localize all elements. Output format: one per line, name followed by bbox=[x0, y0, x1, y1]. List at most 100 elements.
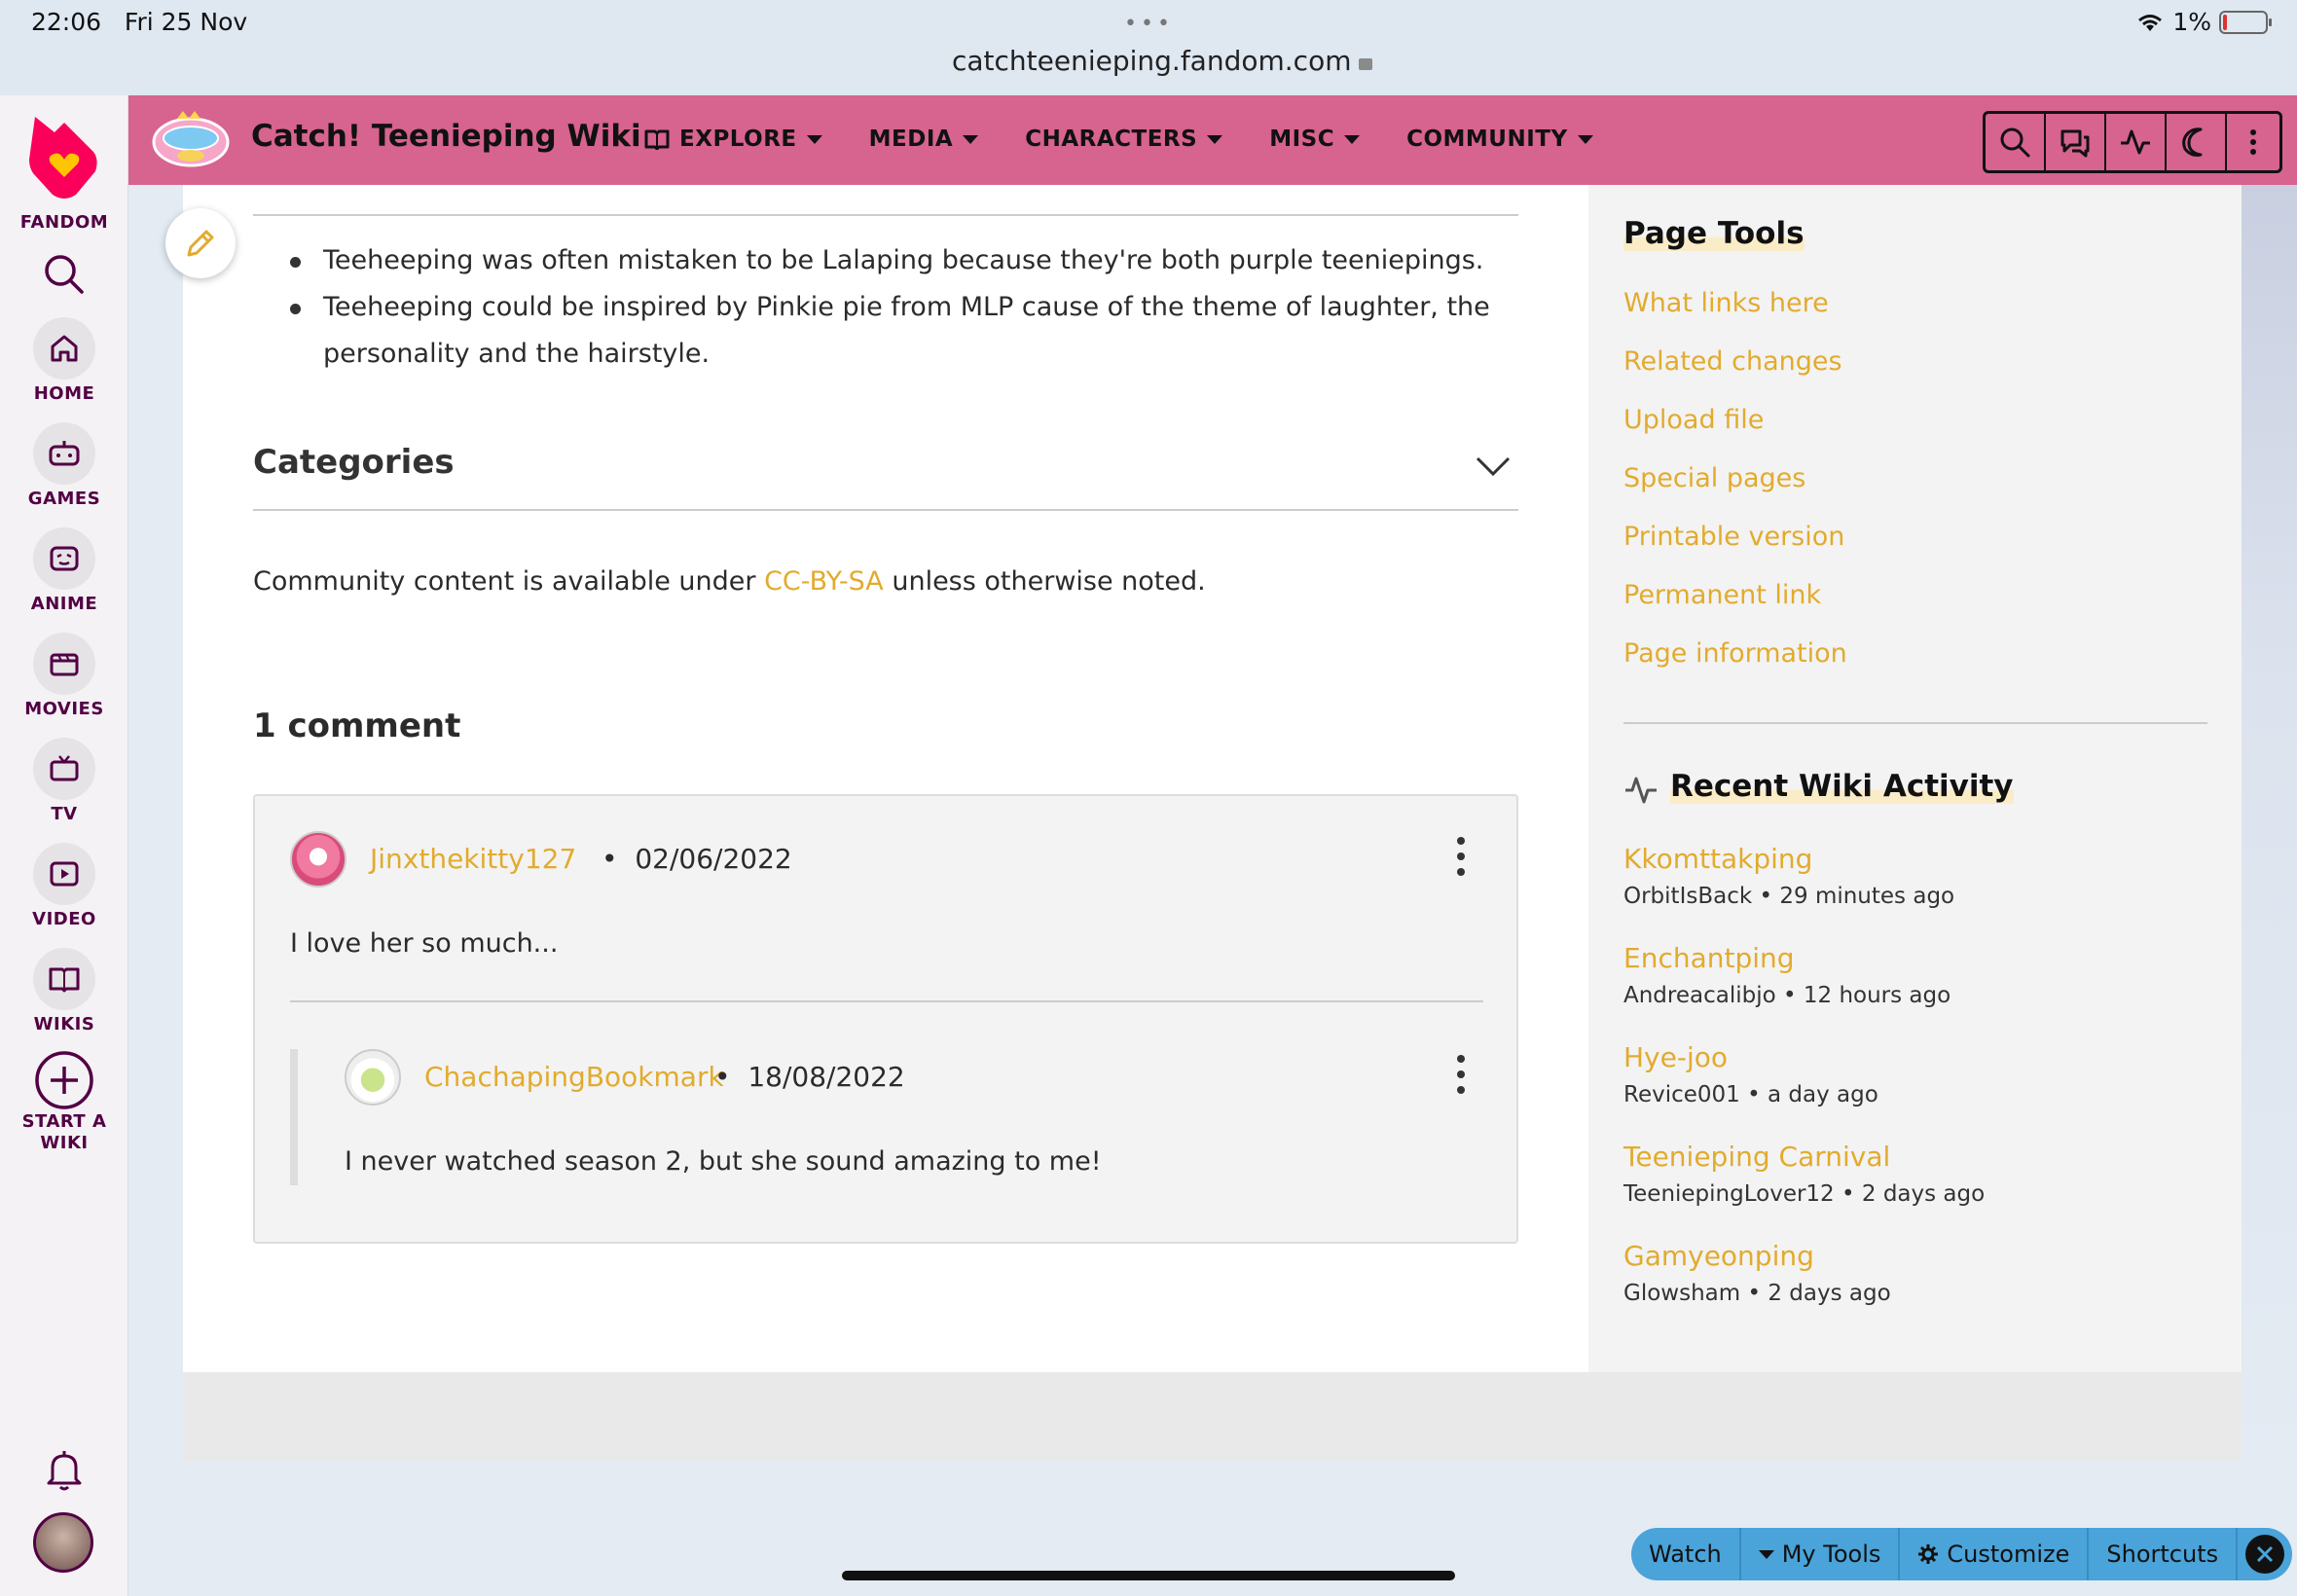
chevron-down-icon bbox=[1577, 134, 1593, 144]
nav-characters[interactable]: CHARACTERS bbox=[1025, 127, 1223, 152]
fandom-global-nav: FANDOM HOME GAMES ANIME MOVIES TV VIDEO … bbox=[0, 95, 128, 1596]
page-tool-link[interactable]: Printable version bbox=[1623, 522, 1844, 552]
activity-meta: Glowsham • 2 days ago bbox=[1623, 1281, 1891, 1306]
close-toolbar-button[interactable] bbox=[2245, 1535, 2285, 1574]
user-avatar[interactable] bbox=[33, 1512, 93, 1573]
fandom-logo-icon[interactable] bbox=[27, 113, 101, 200]
start-wiki-label-line1[interactable]: START A bbox=[0, 1111, 128, 1132]
trivia-list: Teeheeping was often mistaken to be Lala… bbox=[286, 237, 1493, 378]
nav-community[interactable]: COMMUNITY bbox=[1406, 127, 1593, 152]
shortcuts-label: Shortcuts bbox=[2106, 1541, 2219, 1568]
start-wiki-label-line2[interactable]: WIKI bbox=[0, 1133, 128, 1153]
status-indicators: 1% bbox=[2135, 8, 2272, 36]
activity-page-link[interactable]: Enchantping bbox=[1623, 942, 1795, 974]
discussions-button[interactable] bbox=[2046, 114, 2106, 170]
bell-icon[interactable] bbox=[45, 1448, 84, 1493]
clapperboard-icon[interactable] bbox=[33, 633, 95, 695]
more-vertical-icon bbox=[2250, 129, 2256, 155]
status-bar: 22:06 Fri 25 Nov ••• catchteenieping.fan… bbox=[0, 0, 2297, 95]
nav-media[interactable]: MEDIA bbox=[869, 127, 979, 152]
activity-page-link[interactable]: Teenieping Carnival bbox=[1623, 1141, 1890, 1173]
rail-home-label[interactable]: HOME bbox=[0, 383, 128, 404]
chevron-down-icon[interactable] bbox=[1474, 451, 1513, 480]
more-button[interactable] bbox=[2227, 114, 2279, 170]
lock-icon bbox=[1359, 58, 1373, 70]
page-tools-heading: Page Tools bbox=[1623, 216, 1805, 251]
license-notice: Community content is available under CC-… bbox=[253, 566, 1206, 597]
header-tools bbox=[1983, 111, 2282, 173]
moon-icon bbox=[2182, 127, 2203, 157]
theme-toggle-button[interactable] bbox=[2167, 114, 2227, 170]
video-icon[interactable] bbox=[33, 843, 95, 905]
wiki-nav: EXPLORE MEDIA CHARACTERS MISC COMMUNITY bbox=[644, 127, 1640, 152]
comment-thread: Jinxthekitty127 • 02/06/2022 I love her … bbox=[253, 794, 1518, 1244]
nav-misc[interactable]: MISC bbox=[1269, 127, 1361, 152]
watch-button[interactable]: Watch bbox=[1631, 1528, 1741, 1580]
nav-explore[interactable]: EXPLORE bbox=[644, 127, 822, 152]
global-toolbar: Watch My Tools Customize Shortcuts bbox=[1631, 1528, 2293, 1580]
nav-media-label: MEDIA bbox=[868, 127, 954, 152]
explore-book-icon bbox=[644, 129, 670, 150]
wiki-title[interactable]: Catch! Teenieping Wiki bbox=[251, 119, 641, 154]
address-bar[interactable]: catchteenieping.fandom.com bbox=[952, 45, 1373, 77]
rail-tv-label[interactable]: TV bbox=[0, 804, 128, 824]
reply-text: I never watched season 2, but she sound … bbox=[345, 1146, 1102, 1177]
nav-characters-label: CHARACTERS bbox=[1025, 127, 1198, 152]
wiki-logo-icon[interactable] bbox=[152, 109, 230, 169]
search-button[interactable] bbox=[1986, 114, 2046, 170]
license-text-pre: Community content is available under bbox=[253, 566, 765, 597]
comment-options-icon[interactable] bbox=[1454, 837, 1468, 876]
chevron-down-icon bbox=[1207, 134, 1223, 144]
categories-section[interactable]: Categories bbox=[253, 443, 1518, 511]
page-tool-link[interactable]: Related changes bbox=[1623, 346, 1842, 377]
shortcuts-button[interactable]: Shortcuts bbox=[2089, 1528, 2239, 1580]
categories-heading: Categories bbox=[253, 443, 455, 482]
gamepad-icon[interactable] bbox=[33, 422, 95, 485]
rail-movies-label[interactable]: MOVIES bbox=[0, 699, 128, 719]
book-icon[interactable] bbox=[33, 948, 95, 1010]
reply-avatar[interactable] bbox=[345, 1049, 401, 1106]
plus-circle-icon[interactable] bbox=[33, 1049, 95, 1111]
page-tool-link[interactable]: Special pages bbox=[1623, 463, 1805, 493]
background-art bbox=[2242, 185, 2297, 1462]
rail-anime-label[interactable]: ANIME bbox=[0, 594, 128, 614]
activity-meta: Revice001 • a day ago bbox=[1623, 1082, 1878, 1107]
nav-misc-label: MISC bbox=[1269, 127, 1335, 152]
trivia-item: Teeheeping could be inspired by Pinkie p… bbox=[286, 284, 1493, 378]
caret-down-icon bbox=[1758, 1549, 1774, 1559]
search-icon[interactable] bbox=[43, 253, 86, 296]
commenter-avatar[interactable] bbox=[290, 831, 346, 888]
license-text-post: unless otherwise noted. bbox=[883, 566, 1206, 597]
page-tool-link[interactable]: Permanent link bbox=[1623, 580, 1821, 610]
activity-pulse-icon bbox=[2121, 129, 2150, 155]
comment-author[interactable]: Jinxthekitty127 bbox=[370, 843, 576, 875]
anime-icon[interactable] bbox=[33, 527, 95, 590]
activity-meta: OrbitIsBack • 29 minutes ago bbox=[1623, 884, 1955, 909]
home-indicator[interactable] bbox=[842, 1571, 1455, 1580]
activity-page-link[interactable]: Gamyeonping bbox=[1623, 1240, 1814, 1272]
reply-author[interactable]: ChachapingBookmark bbox=[424, 1061, 724, 1093]
rail-wikis-label[interactable]: WIKIS bbox=[0, 1014, 128, 1034]
my-tools-button[interactable]: My Tools bbox=[1741, 1528, 1901, 1580]
license-link[interactable]: CC-BY-SA bbox=[764, 566, 884, 597]
activity-page-link[interactable]: Kkomttakping bbox=[1623, 843, 1812, 875]
rail-video-label[interactable]: VIDEO bbox=[0, 909, 128, 929]
home-icon[interactable] bbox=[33, 317, 95, 380]
rail-games-label[interactable]: GAMES bbox=[0, 489, 128, 509]
fandom-label: FANDOM bbox=[19, 212, 109, 233]
reply-options-icon[interactable] bbox=[1454, 1055, 1468, 1094]
activity-page-link[interactable]: Hye-joo bbox=[1623, 1041, 1728, 1073]
edit-button[interactable] bbox=[165, 208, 236, 278]
multitask-dots-icon[interactable]: ••• bbox=[1124, 12, 1174, 36]
comment-divider bbox=[290, 1000, 1483, 1002]
page-tool-link[interactable]: What links here bbox=[1623, 288, 1829, 318]
page-tool-link[interactable]: Upload file bbox=[1623, 405, 1764, 435]
battery-icon bbox=[2219, 10, 2272, 34]
page-tool-link[interactable]: Page information bbox=[1623, 638, 1847, 669]
section-divider bbox=[253, 214, 1518, 216]
customize-button[interactable]: Customize bbox=[1900, 1528, 2090, 1580]
wiki-header: Catch! Teenieping Wiki EXPLORE MEDIA CHA… bbox=[128, 95, 2297, 185]
activity-button[interactable] bbox=[2106, 114, 2167, 170]
status-time: 22:06 Fri 25 Nov bbox=[31, 8, 248, 36]
tv-icon[interactable] bbox=[33, 738, 95, 800]
